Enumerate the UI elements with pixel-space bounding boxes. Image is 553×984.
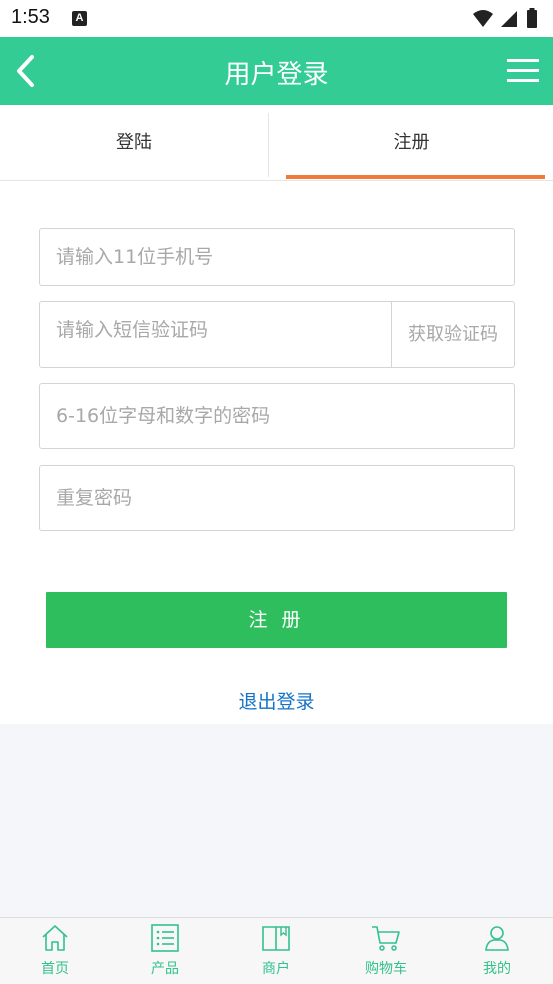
- app-bar: 用户登录: [0, 37, 553, 105]
- nav-item-mine[interactable]: 我的: [442, 918, 552, 984]
- register-form: 获取验证码 注 册 退出登录: [0, 181, 553, 724]
- phone-field: [39, 228, 515, 286]
- nav-label-mine: 我的: [483, 961, 511, 977]
- phone-input[interactable]: [40, 229, 514, 285]
- cart-icon: [372, 926, 400, 951]
- battery-icon: [527, 10, 537, 28]
- nav-label-products: 产品: [151, 961, 179, 977]
- nav-label-cart: 购物车: [365, 961, 407, 977]
- wifi-icon: [473, 10, 493, 27]
- sms-code-input[interactable]: [40, 302, 390, 358]
- password-input[interactable]: [40, 384, 514, 448]
- nav-item-merchants[interactable]: 商户: [221, 918, 331, 984]
- tab-register[interactable]: 注册: [270, 105, 553, 180]
- auth-tabs: 登陆 注册: [0, 105, 553, 181]
- signal-icon: [501, 11, 517, 27]
- menu-icon: [507, 59, 539, 82]
- status-icons: [473, 8, 537, 28]
- home-icon: [42, 925, 68, 951]
- confirm-password-field: [39, 465, 515, 531]
- nav-label-merchants: 商户: [262, 961, 290, 977]
- nav-item-cart[interactable]: 购物车: [331, 918, 441, 984]
- password-field: [39, 383, 515, 449]
- nav-label-home: 首页: [41, 961, 69, 977]
- nav-item-home[interactable]: 首页: [0, 918, 110, 984]
- get-code-button[interactable]: 获取验证码: [392, 302, 514, 367]
- active-tab-indicator: [286, 175, 545, 179]
- logout-link[interactable]: 退出登录: [0, 687, 553, 714]
- tab-divider: [268, 113, 269, 177]
- status-time: 1:53: [11, 6, 50, 28]
- confirm-password-input[interactable]: [40, 466, 514, 530]
- status-bar: 1:53 A: [0, 0, 553, 37]
- bottom-nav: 首页 产品 商户 购物车 我的: [0, 917, 553, 984]
- sms-code-field: 获取验证码: [39, 301, 515, 368]
- nav-item-products[interactable]: 产品: [110, 918, 220, 984]
- user-icon: [485, 926, 509, 951]
- register-button[interactable]: 注 册: [46, 592, 507, 648]
- list-icon: [151, 924, 179, 952]
- tab-login[interactable]: 登陆: [0, 105, 268, 180]
- page-title: 用户登录: [224, 60, 329, 90]
- book-icon: [262, 926, 290, 951]
- notification-icon: A: [72, 11, 87, 26]
- menu-button[interactable]: [507, 57, 539, 85]
